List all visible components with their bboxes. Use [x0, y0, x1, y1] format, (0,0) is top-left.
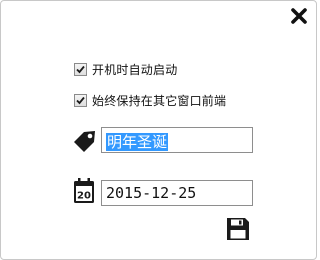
checkmark-icon — [76, 65, 85, 73]
close-icon[interactable] — [290, 7, 308, 25]
save-icon[interactable] — [226, 217, 250, 241]
calendar-day: 20 — [77, 191, 91, 202]
event-name-selection: 明年圣诞 — [106, 133, 169, 151]
autostart-label: 开机时自动启动 — [92, 62, 178, 77]
event-date-value: 2015-12-25 — [106, 184, 197, 202]
event-date-input[interactable]: 2015-12-25 — [101, 180, 253, 206]
event-name-input[interactable]: 明年圣诞 — [101, 127, 253, 153]
autostart-checkbox[interactable] — [74, 62, 87, 76]
autostart-option[interactable]: 开机时自动启动 — [74, 61, 177, 77]
always-on-top-label: 始终保持在其它窗口前端 — [92, 93, 227, 108]
checkmark-icon — [76, 96, 85, 104]
always-on-top-checkbox[interactable] — [74, 93, 87, 107]
always-on-top-option[interactable]: 始终保持在其它窗口前端 — [74, 92, 226, 108]
tag-icon — [72, 127, 98, 153]
calendar-icon: 20 — [73, 178, 95, 204]
